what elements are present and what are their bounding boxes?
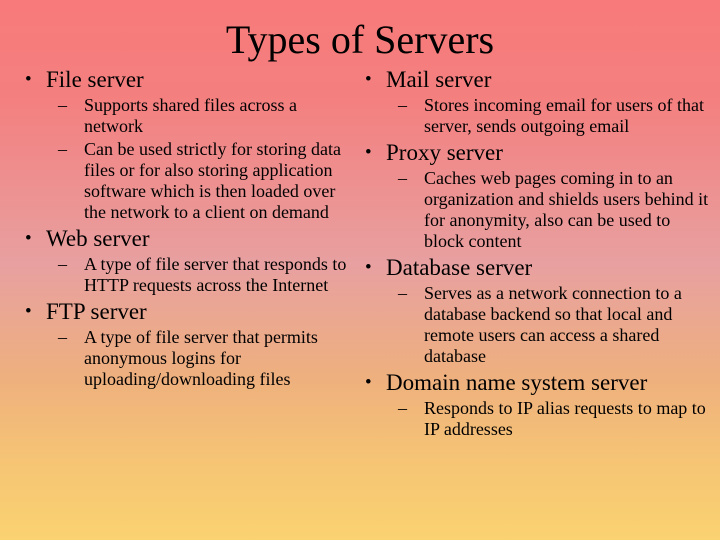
content-column-right: • Mail server – Stores incoming email for u… — [352, 66, 714, 442]
bullet-text: Web server — [46, 226, 150, 251]
bullet-level2: – A type of file server that responds to … — [8, 254, 360, 296]
bullet-level2: – Can be used strictly for storing data f… — [8, 139, 360, 223]
bullet-text: A type of file server that permits anony… — [84, 327, 318, 389]
bullet-level1: • Proxy server — [352, 139, 714, 167]
bullet-text: Supports shared files across a network — [84, 95, 297, 136]
bullet-level1: • Domain name system server — [352, 369, 714, 397]
bullet-level1: • Web server — [8, 225, 360, 253]
bullet-text: Mail server — [386, 67, 492, 92]
bullet-level1: • FTP server — [8, 298, 360, 326]
bullet-dot-icon: • — [365, 69, 372, 90]
bullet-dash-icon: – — [398, 95, 407, 115]
bullet-level1: • Mail server — [352, 66, 714, 94]
bullet-dash-icon: – — [58, 95, 67, 115]
bullet-dash-icon: – — [398, 398, 407, 418]
bullet-dot-icon: • — [365, 257, 372, 278]
bullet-level2: – Serves as a network connection to a dat… — [352, 283, 714, 367]
bullet-dash-icon: – — [58, 327, 67, 347]
bullet-level2: – Supports shared files across a network — [8, 95, 360, 137]
bullet-text: Domain name system server — [386, 370, 648, 395]
bullet-dot-icon: • — [365, 372, 372, 393]
bullet-dot-icon: • — [25, 69, 32, 90]
bullet-level2: – Responds to IP alias requests to map to… — [352, 398, 714, 440]
bullet-level2: – Caches web pages coming in to an organi… — [352, 168, 714, 252]
presentation-slide: Types of Servers • File server – Supports s… — [0, 0, 720, 540]
bullet-text: FTP server — [46, 299, 147, 324]
bullet-text: Caches web pages coming in to an organiz… — [424, 168, 709, 251]
bullet-text: Database server — [386, 255, 533, 280]
bullet-dash-icon: – — [398, 168, 407, 188]
bullet-dot-icon: • — [25, 301, 32, 322]
bullet-text: A type of file server that responds to H… — [84, 254, 347, 295]
slide-title: Types of Servers — [225, 17, 495, 62]
bullet-dash-icon: – — [58, 139, 67, 159]
bullet-dash-icon: – — [58, 254, 67, 274]
bullet-level2: – Stores incoming email for users of that… — [352, 95, 714, 137]
bullet-text: Serves as a network connection to a data… — [424, 283, 682, 366]
content-column-left: • File server – Supports shared files acros… — [8, 66, 360, 392]
bullet-text: Stores incoming email for users of that … — [424, 95, 704, 136]
bullet-level1: • Database server — [352, 254, 714, 282]
bullet-text: Proxy server — [386, 140, 503, 165]
bullet-dot-icon: • — [365, 142, 372, 163]
bullet-dash-icon: – — [398, 283, 407, 303]
bullet-dot-icon: • — [25, 228, 32, 249]
bullet-level1: • File server — [8, 66, 360, 94]
bullet-text: Can be used strictly for storing data fi… — [84, 139, 341, 222]
bullet-level2: – A type of file server that permits anon… — [8, 327, 360, 390]
bullet-text: File server — [46, 67, 144, 92]
bullet-text: Responds to IP alias requests to map to … — [424, 398, 706, 439]
